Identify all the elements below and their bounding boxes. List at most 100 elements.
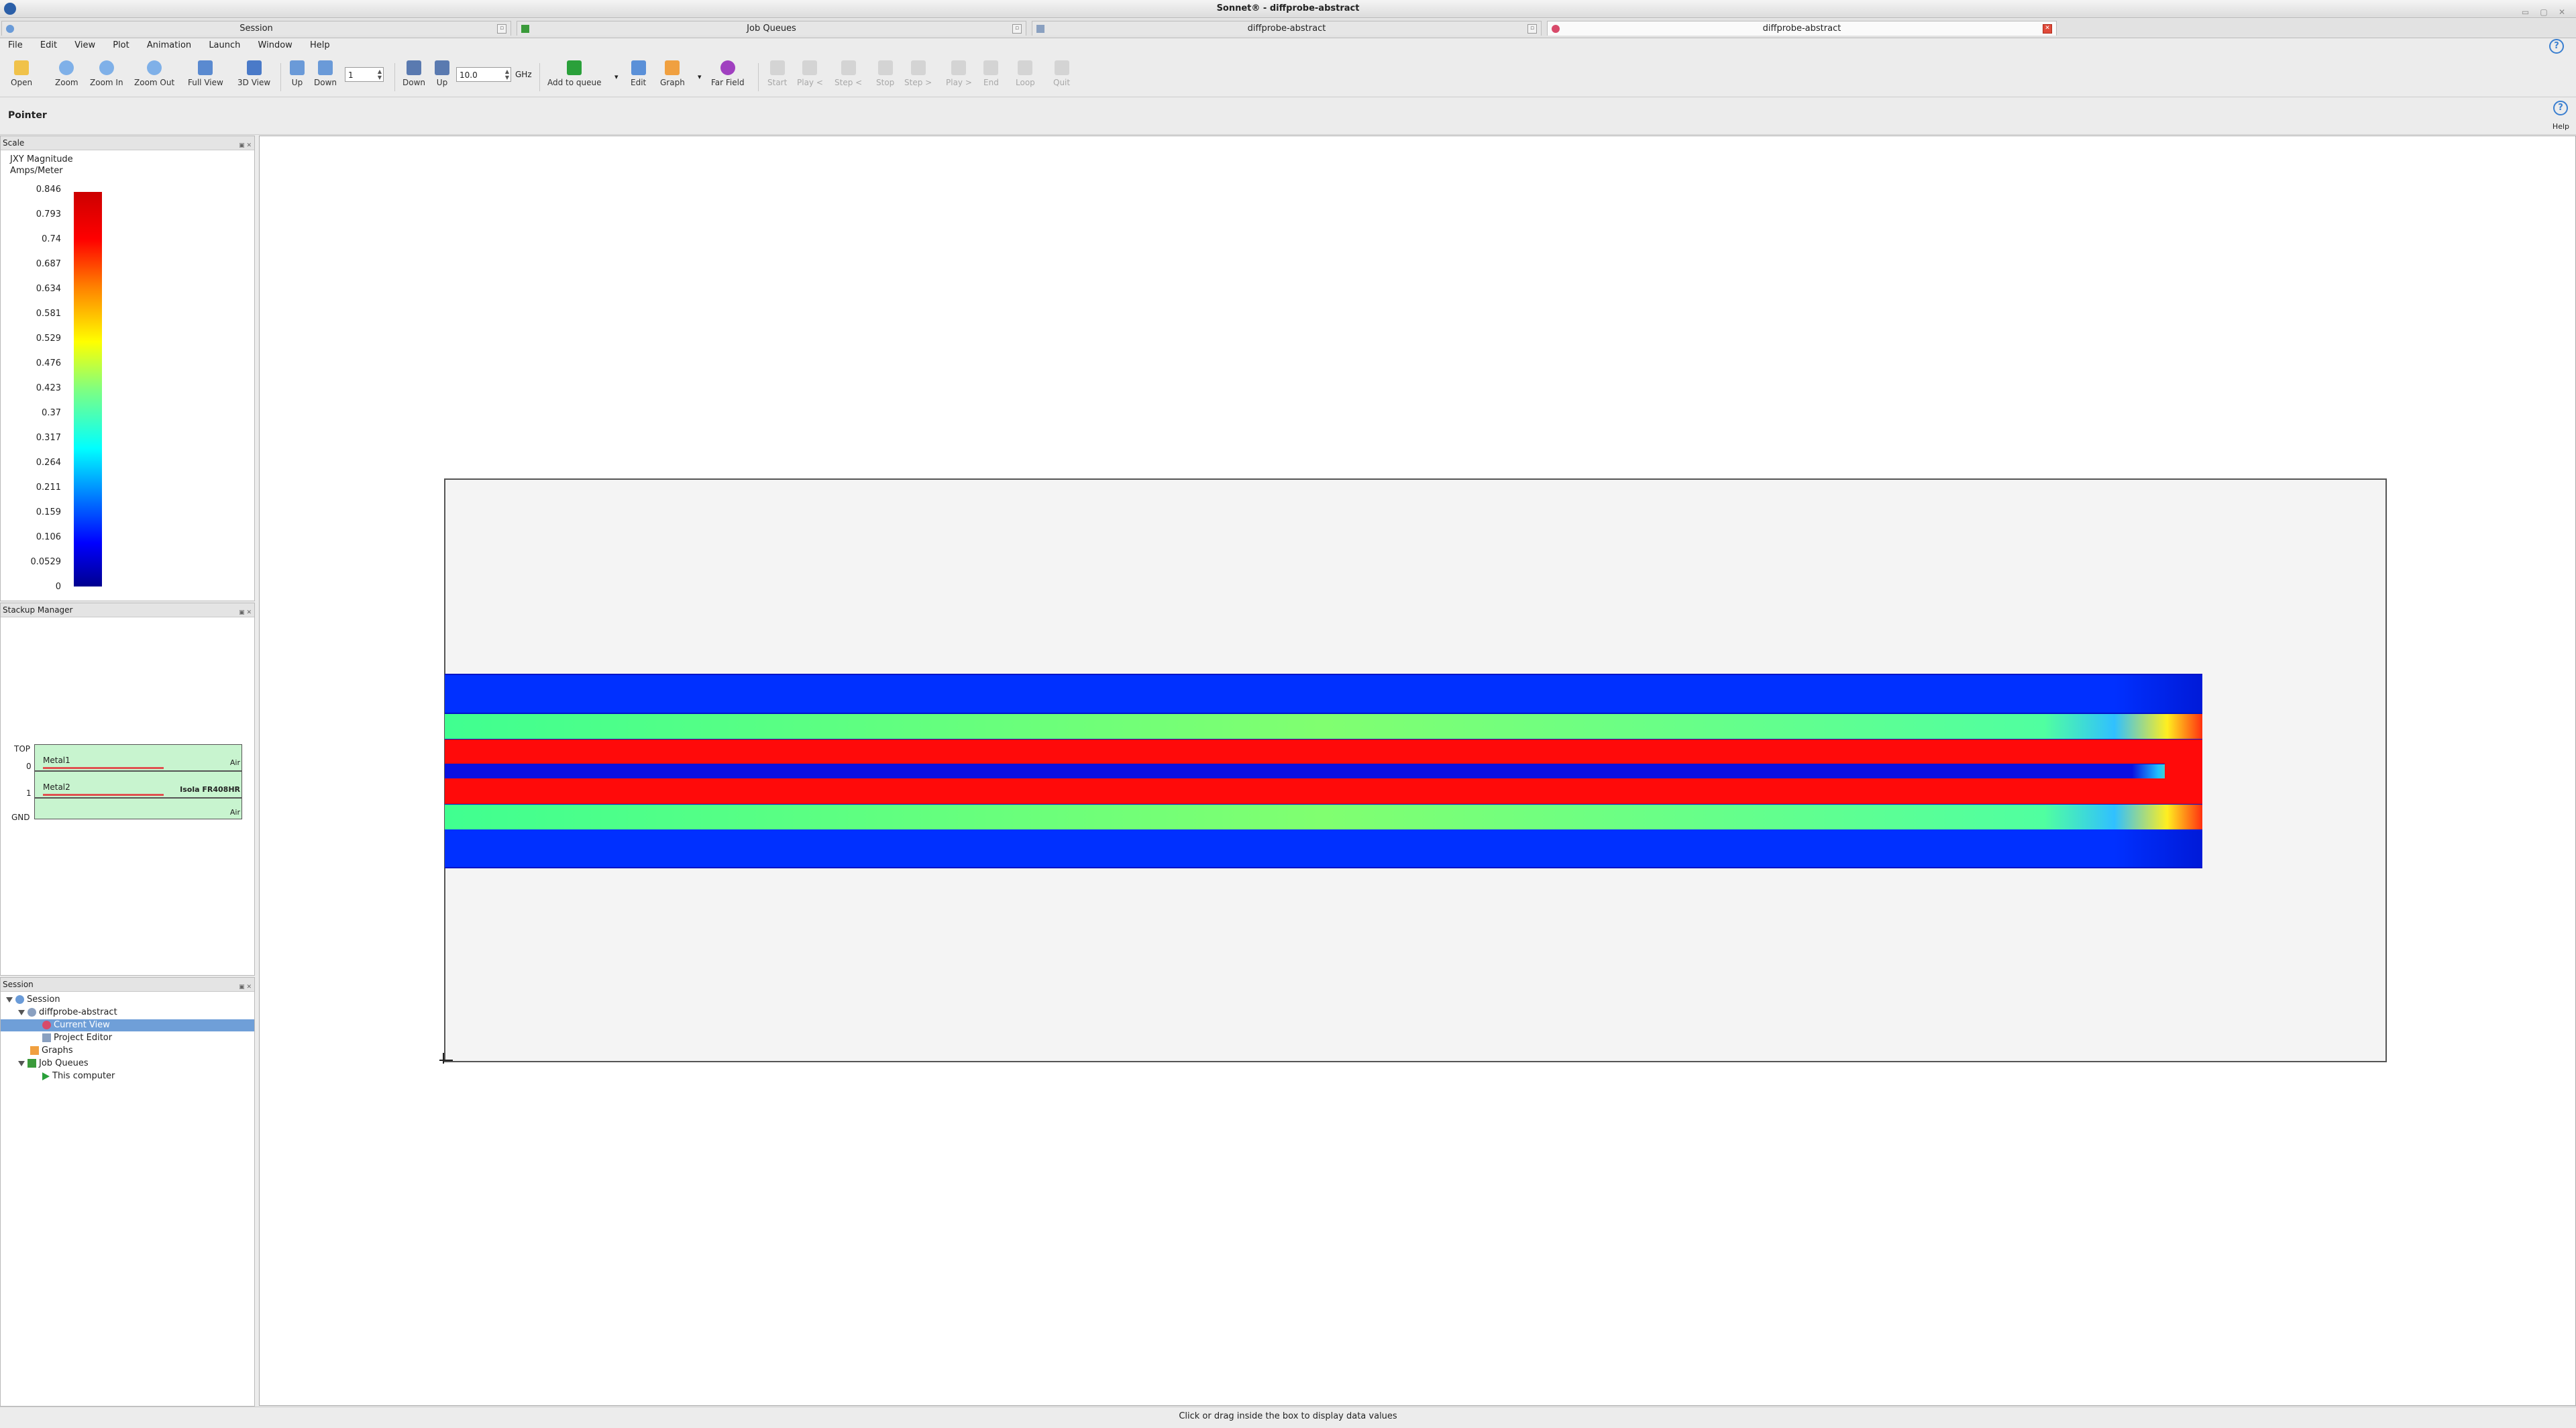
anim-quit-button[interactable]: Quit	[1053, 60, 1070, 87]
zoom-out-button[interactable]: Zoom Out	[134, 60, 174, 87]
zoom-button[interactable]: Zoom	[55, 60, 78, 87]
freq-up-icon	[435, 60, 449, 75]
level-down-button[interactable]: Down	[314, 60, 337, 87]
level-spinner[interactable]: 1 ▲ ▼	[345, 67, 384, 82]
help-icon[interactable]: ?	[2549, 39, 2564, 54]
menu-launch[interactable]: Launch	[209, 40, 240, 50]
play-back-icon	[802, 60, 818, 75]
play-icon	[951, 60, 967, 75]
graph-button[interactable]: Graph	[660, 60, 685, 87]
tab-project-editor[interactable]: diffprobe-abstract ▫	[1032, 21, 1542, 36]
anim-loop-button[interactable]: Loop	[1016, 60, 1035, 87]
help-label: Help	[2552, 122, 2569, 131]
project-editor-icon	[42, 1033, 51, 1042]
session-icon	[6, 25, 14, 33]
anim-play-back-button[interactable]: Play <	[797, 60, 823, 87]
anim-stop-button[interactable]: Stop	[876, 60, 894, 87]
window-titlebar: Sonnet® - diffprobe-abstract ▭ ▢ ✕	[0, 0, 2576, 18]
close-icon[interactable]: ▫	[1012, 24, 1022, 34]
toolbar-separator	[539, 63, 540, 91]
full-view-button[interactable]: Full View	[188, 60, 223, 87]
edit-button[interactable]: Edit	[631, 60, 646, 87]
panel-float-close-icon[interactable]: ▣ ✕	[239, 606, 252, 619]
stackup-air-layer[interactable]: Metal1 Air	[34, 744, 242, 771]
chevron-down-icon[interactable]: ▾	[698, 72, 702, 81]
stackup-bottom-air-layer[interactable]: Air	[34, 798, 242, 819]
job-queue-icon	[28, 1059, 36, 1068]
help-icon[interactable]: ?	[2553, 101, 2568, 115]
expand-icon[interactable]	[18, 1060, 25, 1066]
tree-label: diffprobe-abstract	[39, 1007, 117, 1017]
button-label: Loop	[1016, 78, 1035, 87]
panel-float-close-icon[interactable]: ▣ ✕	[239, 139, 252, 152]
chevron-down-icon[interactable]: ▾	[614, 72, 619, 81]
anim-step-fwd-button[interactable]: Step >	[904, 60, 932, 87]
far-field-button[interactable]: Far Field	[711, 60, 745, 87]
tab-job-queues[interactable]: Job Queues ▫	[517, 21, 1026, 36]
tree-item-graphs[interactable]: Graphs	[30, 1045, 73, 1057]
tree-item-session[interactable]: Session	[6, 994, 60, 1006]
menu-edit[interactable]: Edit	[40, 40, 57, 50]
menu-plot[interactable]: Plot	[113, 40, 129, 50]
graph-icon	[665, 60, 680, 75]
far-field-icon	[720, 60, 735, 75]
anim-step-back-button[interactable]: Step <	[835, 60, 862, 87]
freq-down-button[interactable]: Down	[402, 60, 425, 87]
tab-label: Job Queues	[747, 23, 796, 34]
menu-view[interactable]: View	[74, 40, 95, 50]
panel-title: Scale	[3, 138, 25, 148]
close-icon[interactable]: ✕	[2043, 24, 2052, 34]
legend-tick-label: 0.317	[36, 433, 61, 443]
session-panel: Session ▣ ✕ Session diffprobe-abstract C…	[0, 977, 255, 1407]
expand-icon[interactable]	[6, 997, 13, 1003]
current-density-viewer[interactable]	[259, 136, 2576, 1406]
button-label: Down	[314, 78, 337, 87]
close-icon[interactable]: ▫	[1527, 24, 1537, 34]
anim-start-button[interactable]: Start	[767, 60, 787, 87]
button-label: Stop	[876, 78, 895, 87]
tab-session[interactable]: Session ▫	[1, 21, 511, 36]
tree-item-current-view[interactable]: Current View	[1, 1019, 254, 1031]
tree-item-project[interactable]: diffprobe-abstract	[18, 1007, 117, 1019]
anim-play-fwd-button[interactable]: Play >	[946, 60, 972, 87]
button-label: Play <	[797, 78, 823, 87]
ground-strip-bottom	[445, 805, 2202, 829]
menu-file[interactable]: File	[8, 40, 23, 50]
open-button[interactable]: Open	[11, 60, 32, 87]
expand-icon[interactable]	[18, 1009, 25, 1015]
step-back-icon	[841, 60, 856, 75]
spinner-arrows-icon[interactable]: ▲ ▼	[505, 68, 509, 81]
menu-window[interactable]: Window	[258, 40, 292, 50]
layer-1-label: 1	[26, 788, 32, 798]
button-label: Edit	[631, 78, 647, 87]
play-queue-icon	[567, 60, 582, 75]
panel-float-close-icon[interactable]: ▣ ✕	[239, 980, 252, 994]
step-forward-icon	[910, 60, 926, 75]
level-up-button[interactable]: Up	[290, 60, 305, 87]
layer-up-icon	[290, 60, 305, 75]
menu-help[interactable]: Help	[310, 40, 330, 50]
tree-item-job-queues[interactable]: Job Queues	[18, 1058, 89, 1070]
zoom-in-button[interactable]: Zoom In	[90, 60, 123, 87]
circuit-box-canvas[interactable]	[260, 136, 2575, 1405]
close-icon[interactable]: ▫	[497, 24, 506, 34]
add-to-queue-button[interactable]: Add to queue	[547, 60, 602, 87]
freq-up-button[interactable]: Up	[435, 60, 449, 87]
full-view-icon	[198, 60, 213, 75]
3d-view-button[interactable]: 3D View	[237, 60, 270, 87]
frequency-spinner[interactable]: 10.0 ▲ ▼	[456, 67, 511, 82]
tree-item-project-editor[interactable]: Project Editor	[42, 1032, 112, 1044]
metal1-trace	[43, 767, 164, 769]
button-label: 3D View	[237, 78, 271, 87]
menu-animation[interactable]: Animation	[147, 40, 191, 50]
button-label: Open	[11, 78, 33, 87]
tab-current-view[interactable]: diffprobe-abstract ✕	[1547, 21, 2057, 36]
air-bottom-label: Air	[229, 808, 240, 817]
legend-tick-label: 0	[55, 582, 61, 592]
skip-back-icon	[769, 60, 785, 75]
magnifier-icon	[59, 60, 74, 75]
anim-end-button[interactable]: End	[983, 60, 999, 87]
tree-item-this-computer[interactable]: This computer	[42, 1070, 115, 1082]
stackup-dielectric-layer[interactable]: Metal2 Isola FR408HR	[34, 771, 242, 798]
spinner-arrows-icon[interactable]: ▲ ▼	[378, 68, 382, 81]
